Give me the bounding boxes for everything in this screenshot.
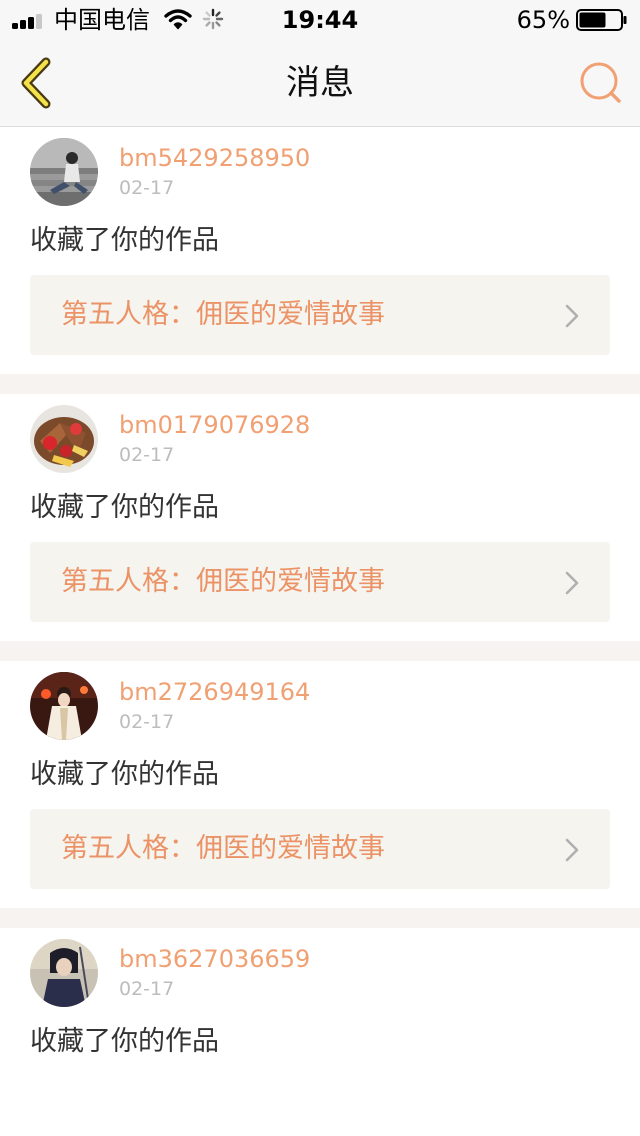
message-date: 02-17 <box>119 177 175 199</box>
chevron-right-icon <box>565 838 579 862</box>
message-card: bm2726949164 02-17 收藏了你的作品 第五人格：佣医的爱情故事 <box>0 661 640 908</box>
search-icon <box>580 62 621 103</box>
username[interactable]: bm2726949164 <box>119 677 310 707</box>
card-separator <box>0 374 640 394</box>
username[interactable]: bm5429258950 <box>119 143 310 173</box>
search-button[interactable] <box>578 60 624 106</box>
card-separator <box>0 641 640 661</box>
page-title: 消息 <box>286 63 354 103</box>
avatar[interactable] <box>30 405 98 473</box>
screen: 中国电信 19:44 65% 消息 bm5429258950 02-17 收藏了… <box>0 0 640 1136</box>
work-title: 第五人格：佣医的爱情故事 <box>61 299 385 330</box>
message-card: bm3627036659 02-17 收藏了你的作品 <box>0 928 640 1136</box>
message-date: 02-17 <box>119 444 175 466</box>
status-bar: 中国电信 19:44 65% <box>0 0 640 40</box>
message-card: bm0179076928 02-17 收藏了你的作品 第五人格：佣医的爱情故事 <box>0 394 640 641</box>
avatar[interactable] <box>30 672 98 740</box>
work-title: 第五人格：佣医的爱情故事 <box>61 566 385 597</box>
battery-icon <box>576 9 627 31</box>
action-text: 收藏了你的作品 <box>30 492 219 523</box>
work-link[interactable]: 第五人格：佣医的爱情故事 <box>30 809 610 889</box>
message-list: bm5429258950 02-17 收藏了你的作品 第五人格：佣医的爱情故事 <box>0 127 640 1136</box>
message-date: 02-17 <box>119 711 175 733</box>
battery-percent: 65% <box>516 6 570 34</box>
chevron-right-icon <box>565 571 579 595</box>
chevron-right-icon <box>565 304 579 328</box>
message-date: 02-17 <box>119 978 175 1000</box>
message-card: bm5429258950 02-17 收藏了你的作品 第五人格：佣医的爱情故事 <box>0 127 640 374</box>
nav-bar: 消息 <box>0 40 640 127</box>
username[interactable]: bm3627036659 <box>119 944 310 974</box>
work-title: 第五人格：佣医的爱情故事 <box>61 833 385 864</box>
username[interactable]: bm0179076928 <box>119 410 310 440</box>
action-text: 收藏了你的作品 <box>30 225 219 256</box>
work-link[interactable]: 第五人格：佣医的爱情故事 <box>30 542 610 622</box>
avatar[interactable] <box>30 939 98 1007</box>
work-link[interactable]: 第五人格：佣医的爱情故事 <box>30 275 610 355</box>
card-separator <box>0 908 640 928</box>
action-text: 收藏了你的作品 <box>30 1026 219 1057</box>
avatar[interactable] <box>30 138 98 206</box>
battery-fill <box>579 12 606 28</box>
action-text: 收藏了你的作品 <box>30 759 219 790</box>
